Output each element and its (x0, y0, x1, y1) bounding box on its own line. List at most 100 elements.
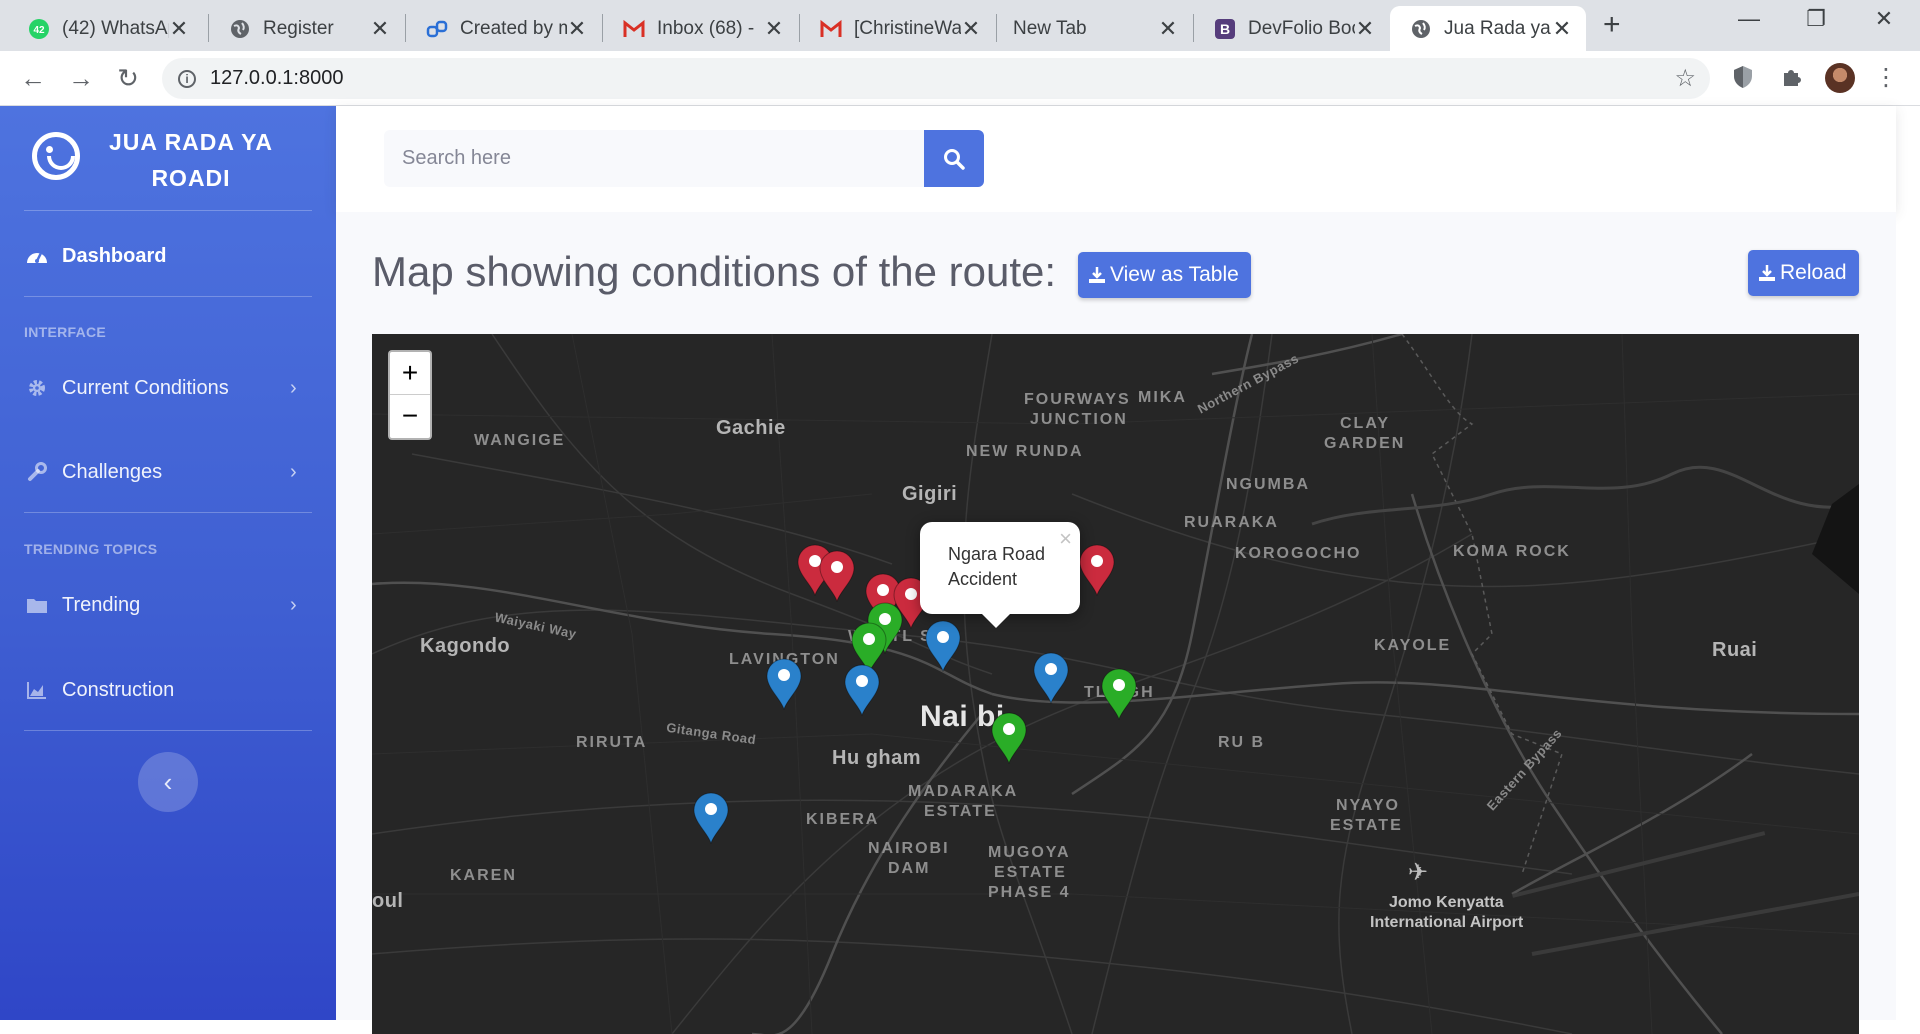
blue-map-marker-icon[interactable] (692, 792, 730, 845)
sidebar-toggle-button[interactable]: ‹ (138, 752, 198, 812)
airport-icon: ✈ (1408, 859, 1429, 886)
wrench-icon (25, 460, 49, 484)
map-label: Jomo Kenyatta (1389, 894, 1504, 911)
map-label: Hu gham (832, 747, 922, 769)
tab-title: Created by m (460, 17, 567, 39)
red-map-marker-icon[interactable] (1078, 544, 1116, 597)
green-map-marker-icon[interactable] (1100, 668, 1138, 721)
search-button[interactable] (924, 130, 984, 187)
map-label: ESTATE (994, 864, 1067, 881)
tab-close-icon[interactable]: ✕ (370, 16, 390, 42)
shield-extension-icon[interactable] (1733, 65, 1753, 95)
profile-avatar[interactable] (1825, 63, 1855, 93)
reload-button[interactable]: Reload (1748, 250, 1859, 296)
sidebar-item-current-conditions[interactable]: Current Conditions › (0, 360, 336, 416)
popup-close-icon[interactable]: × (1059, 526, 1072, 551)
map-label: oul (372, 890, 404, 912)
popup-line-2: Accident (948, 569, 1018, 589)
map-label: RU B (1218, 734, 1266, 751)
browser-toolbar: ← → ↻ i 127.0.0.1:8000 ☆ ⋮ (0, 51, 1920, 106)
restore-button[interactable]: ❐ (1791, 6, 1841, 32)
sidebar-item-label: Construction (62, 678, 175, 701)
sidebar-item-label: Dashboard (62, 244, 167, 267)
tab-close-icon[interactable]: ✕ (764, 16, 784, 42)
tab-close-icon[interactable]: ✕ (961, 16, 981, 42)
tab-close-icon[interactable]: ✕ (1158, 16, 1178, 42)
sidebar-item-label: Current Conditions (62, 376, 229, 399)
tab-title: Jua Rada ya (1444, 17, 1551, 39)
folder-icon (25, 593, 49, 617)
tab-register[interactable]: Register ✕ (209, 6, 404, 51)
reload-icon[interactable]: ↻ (113, 63, 143, 94)
sidebar-item-construction[interactable]: Construction (0, 662, 336, 718)
sidebar-item-trending[interactable]: Trending › (0, 577, 336, 633)
green-map-marker-icon[interactable] (990, 712, 1028, 765)
tab-close-icon[interactable]: ✕ (1355, 16, 1375, 42)
search-icon (944, 148, 965, 170)
map-popup: × Ngara Road Accident (920, 522, 1080, 628)
map-label: NGUMBA (1226, 476, 1310, 493)
tab-title: Inbox (68) - (657, 17, 755, 39)
tab-close-icon[interactable]: ✕ (169, 16, 189, 42)
zoom-in-button[interactable]: + (390, 352, 430, 395)
map-label: International Airport (1370, 914, 1524, 931)
map-zoom-control: + − (388, 350, 432, 440)
tab-close-icon[interactable]: ✕ (567, 16, 587, 42)
tab-title: Register (263, 17, 334, 39)
topbar (336, 106, 1896, 212)
browser-tab-strip: 42 (42) WhatsApp ✕ Register ✕ Created by… (0, 0, 1920, 51)
red-map-marker-icon[interactable] (818, 550, 856, 603)
map-label: JUNCTION (1030, 411, 1128, 428)
map-label: PHASE 4 (988, 884, 1071, 901)
page-title: Map showing conditions of the route: (372, 248, 1057, 295)
map-label: MUGOYA (988, 844, 1071, 861)
map-label: Gachie (716, 417, 786, 439)
link-icon (426, 18, 448, 40)
tab-title: [ChristineWa (854, 17, 961, 39)
forward-arrow-icon[interactable]: → (66, 63, 96, 94)
bootstrap-icon: B (1214, 18, 1236, 40)
search-input[interactable] (384, 130, 924, 187)
globe-icon (1410, 18, 1432, 40)
browser-menu-icon[interactable]: ⋮ (1874, 63, 1898, 92)
back-arrow-icon[interactable]: ← (18, 63, 48, 94)
view-as-table-label: View as Table (1110, 263, 1239, 286)
sidebar-brand[interactable]: JUA RADA YA ROADI (0, 106, 336, 210)
bookmark-star-icon[interactable]: ☆ (1674, 64, 1696, 93)
new-tab-button[interactable]: + (1603, 8, 1621, 42)
map-label: Gigiri (902, 483, 958, 505)
tab-whatsapp[interactable]: 42 (42) WhatsApp ✕ (8, 6, 203, 51)
tab-gmail-christine[interactable]: [ChristineWa ✕ (800, 6, 995, 51)
window-close-button[interactable]: ✕ (1859, 6, 1909, 32)
tab-jua-rada-active[interactable]: Jua Rada ya ✕ (1390, 6, 1586, 51)
site-info-icon[interactable]: i (178, 69, 196, 88)
sidebar-item-challenges[interactable]: Challenges › (0, 444, 336, 500)
whatsapp-icon: 42 (28, 18, 50, 40)
sidebar-item-dashboard[interactable]: Dashboard (0, 228, 336, 284)
map-label: Ruai (1712, 639, 1758, 661)
map-label: KOROGOCHO (1235, 545, 1362, 562)
tab-devfolio[interactable]: B DevFolio Boo ✕ (1194, 6, 1389, 51)
map-label: Kagondo (420, 635, 511, 657)
tab-close-icon[interactable]: ✕ (1552, 16, 1572, 42)
blue-map-marker-icon[interactable] (1032, 652, 1070, 705)
blue-map-marker-icon[interactable] (924, 620, 962, 673)
tab-new-tab[interactable]: New Tab ✕ (997, 6, 1192, 51)
zoom-out-button[interactable]: − (390, 395, 430, 438)
area-chart-icon (25, 678, 49, 702)
map-label: WANGIGE (474, 432, 566, 449)
blue-map-marker-icon[interactable] (765, 658, 803, 711)
minimize-button[interactable]: — (1724, 6, 1774, 32)
extensions-puzzle-icon[interactable] (1780, 65, 1804, 95)
url-text[interactable]: 127.0.0.1:8000 (210, 67, 343, 90)
address-bar[interactable]: i 127.0.0.1:8000 ☆ (162, 58, 1710, 99)
tab-created-by[interactable]: Created by m ✕ (406, 6, 601, 51)
tab-gmail-inbox[interactable]: Inbox (68) - ✕ (603, 6, 798, 51)
sidebar-item-label: Trending (62, 593, 141, 616)
view-as-table-button[interactable]: View as Table (1078, 252, 1251, 298)
svg-text:42: 42 (33, 25, 45, 36)
route-map[interactable]: + − Gachie FOURWAYS JUNCTION MIKA Northe… (372, 334, 1859, 1034)
sidebar-divider (24, 210, 312, 211)
smile-wink-icon (32, 132, 80, 180)
blue-map-marker-icon[interactable] (843, 664, 881, 717)
